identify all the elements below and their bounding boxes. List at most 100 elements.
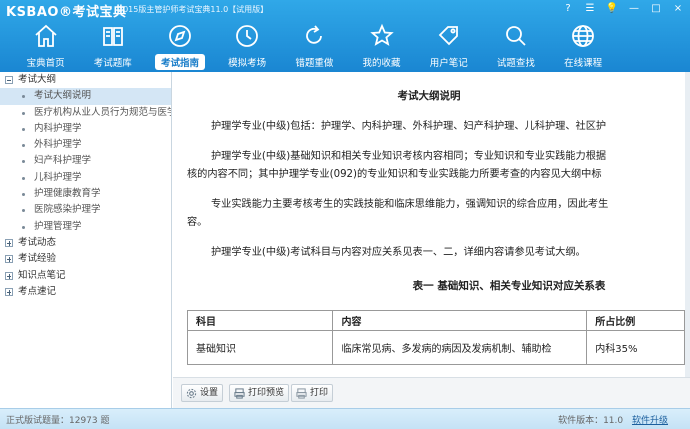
settings-button[interactable]: 设置 bbox=[181, 384, 224, 402]
table-header: 所占比例 bbox=[586, 310, 685, 331]
tree-node-knowledge-notes[interactable]: 知识点笔记 bbox=[0, 268, 171, 284]
tree-item[interactable]: 妇产科护理学 bbox=[0, 153, 171, 169]
tree-item[interactable]: 医院感染护理学 bbox=[0, 202, 171, 218]
printer-icon bbox=[296, 388, 307, 399]
tree-label: 医疗机构从业人员行为规范与医学伦理学 bbox=[34, 106, 171, 118]
vertical-scrollbar[interactable] bbox=[685, 72, 690, 377]
expand-icon[interactable] bbox=[5, 255, 13, 264]
nav-label: 考试指南 bbox=[154, 54, 205, 70]
paragraph: 护理学专业(中级)考试科目与内容对应关系见表一、二，详细内容请参见考试大纲。 bbox=[211, 247, 586, 258]
table-cell: 内科35% bbox=[586, 330, 685, 365]
nav-question-search[interactable]: 试题查找 bbox=[482, 20, 549, 70]
nav-exam-guide[interactable]: 考试指南 bbox=[146, 20, 213, 70]
paragraph: 护理学专业(中级)基础知识和相关专业知识考核内容相同；专业知识和专业实践能力根据 bbox=[211, 151, 607, 162]
home-icon bbox=[34, 24, 57, 47]
version-info: 软件版本：11.0 软件升级 bbox=[558, 413, 668, 426]
table-header: 科目 bbox=[186, 310, 334, 331]
nav-label: 我的收藏 bbox=[362, 58, 401, 69]
tree-item[interactable]: 内科护理学 bbox=[0, 121, 171, 137]
tree-label: 护理健康教育学 bbox=[34, 188, 101, 200]
tree-item[interactable]: 外科护理学 bbox=[0, 137, 171, 153]
tree-label: 内科护理学 bbox=[34, 122, 82, 134]
menu-icon[interactable]: ☰ bbox=[582, 2, 598, 16]
globe-icon bbox=[572, 25, 594, 47]
tree-item[interactable]: 护理健康教育学 bbox=[0, 186, 171, 202]
nav-label: 宝典首页 bbox=[26, 58, 65, 69]
status-bar: 正式版试题量：12973 题 软件版本：11.0 软件升级 bbox=[0, 408, 690, 429]
main-nav: 宝典首页 考试题库 考试指南 模拟考场 错题重做 我的收藏 用户笔记 试题查找 bbox=[12, 20, 682, 70]
table-header-row: 科目 内容 所占比例 bbox=[186, 310, 685, 331]
upgrade-link[interactable]: 软件升级 bbox=[632, 416, 668, 426]
tree-label: 医院感染护理学 bbox=[34, 204, 101, 216]
nav-label: 试题查找 bbox=[496, 58, 535, 69]
paragraph: 护理学专业(中级)包括：护理学、内科护理、外科护理、妇产科护理、儿科护理、社区护 bbox=[211, 121, 607, 132]
title-bar: KSBAO®考试宝典 2015版主管护师考试宝典11.0【试用版】 ? ☰ 💡 … bbox=[0, 0, 690, 20]
subject-table: 科目 内容 所占比例 基础知识 临床常见病、多发病的病因及发病机制、辅助检 内科… bbox=[186, 310, 685, 365]
table-title: 表一 基础知识、相关专业知识对应关系表 bbox=[412, 280, 606, 292]
bullet-icon bbox=[22, 176, 25, 180]
bullet-icon bbox=[22, 95, 25, 99]
tree-item[interactable]: 护理管理学 bbox=[0, 219, 171, 235]
search-icon bbox=[506, 26, 526, 46]
expand-icon[interactable] bbox=[5, 287, 13, 296]
tree-item[interactable]: 医疗机构从业人员行为规范与医学伦理学 bbox=[0, 105, 171, 121]
expand-icon[interactable] bbox=[5, 238, 13, 247]
tree-label: 考试大纲说明 bbox=[34, 90, 92, 102]
tree-label: 考试经验 bbox=[18, 253, 57, 265]
table-cell: 基础知识 bbox=[186, 330, 334, 365]
tag-icon bbox=[438, 26, 458, 46]
nav-online-course[interactable]: 在线课程 bbox=[550, 20, 617, 70]
paragraph: 专业实践能力主要考核考生的实践技能和临床思维能力，强调知识的综合应用，因此考生 bbox=[211, 199, 609, 210]
window-title: 2015版主管护师考试宝典11.0【试用版】 bbox=[118, 5, 269, 14]
clock-icon bbox=[236, 25, 259, 47]
redo-icon bbox=[306, 25, 323, 44]
help-icon[interactable]: ? bbox=[560, 2, 576, 16]
expand-icon[interactable] bbox=[5, 271, 13, 280]
print-button[interactable]: 打印 bbox=[291, 384, 334, 402]
tree-label: 外科护理学 bbox=[34, 139, 82, 151]
window-controls: ? ☰ 💡 — □ × bbox=[560, 0, 686, 18]
bullet-icon bbox=[22, 144, 25, 148]
tree-item[interactable]: 儿科护理学 bbox=[0, 170, 171, 186]
question-count: 正式版试题量：12973 题 bbox=[6, 416, 110, 426]
nav-label: 错题重做 bbox=[295, 58, 334, 69]
maximize-icon[interactable]: □ bbox=[648, 2, 664, 16]
tree-label: 考试动态 bbox=[18, 236, 57, 248]
nav-mock-exam[interactable]: 模拟考场 bbox=[214, 20, 281, 70]
bulb-icon[interactable]: 💡 bbox=[604, 2, 620, 16]
collapse-icon[interactable] bbox=[5, 76, 13, 84]
bottom-toolbar: 设置 打印预览 打印 bbox=[173, 377, 690, 408]
minimize-icon[interactable]: — bbox=[626, 2, 642, 16]
table-cell: 临床常见病、多发病的病因及发病机制、辅助检 bbox=[332, 330, 588, 365]
close-icon[interactable]: × bbox=[670, 2, 686, 16]
version-text: 软件版本：11.0 bbox=[558, 416, 624, 426]
button-label: 打印 bbox=[310, 388, 329, 398]
tree-label: 妇产科护理学 bbox=[34, 155, 92, 167]
tree-label: 考试大纲 bbox=[18, 74, 57, 85]
nav-home[interactable]: 宝典首页 bbox=[12, 20, 79, 70]
nav-redo-wrong[interactable]: 错题重做 bbox=[281, 20, 348, 70]
nav-user-notes[interactable]: 用户笔记 bbox=[415, 20, 482, 70]
print-preview-button[interactable]: 打印预览 bbox=[229, 384, 290, 402]
tree-label: 考点速记 bbox=[18, 285, 57, 297]
book-icon bbox=[102, 27, 123, 46]
compass-icon bbox=[169, 25, 191, 47]
button-label: 设置 bbox=[200, 388, 219, 398]
tree-node-syllabus[interactable]: 考试大纲 bbox=[0, 72, 171, 88]
nav-label: 在线课程 bbox=[564, 58, 603, 69]
tree-node-exam-news[interactable]: 考试动态 bbox=[0, 235, 171, 251]
document-view: 考试大纲说明 护理学专业(中级)包括：护理学、内科护理、外科护理、妇产科护理、儿… bbox=[173, 72, 685, 377]
tree-node-quick-memory[interactable]: 考点速记 bbox=[0, 284, 171, 300]
gear-icon bbox=[186, 388, 197, 399]
tree-label: 知识点笔记 bbox=[18, 269, 66, 281]
app-logo: KSBAO®考试宝典 bbox=[6, 5, 127, 20]
document-title: 考试大纲说明 bbox=[397, 90, 461, 102]
bullet-icon bbox=[22, 193, 25, 197]
paragraph: 核的内容不同；其中护理学专业(092)的专业知识和专业实践能力所要考查的内容见大… bbox=[187, 169, 602, 180]
bullet-icon bbox=[22, 111, 25, 115]
nav-question-bank[interactable]: 考试题库 bbox=[79, 20, 146, 70]
tree-node-exam-experience[interactable]: 考试经验 bbox=[0, 251, 171, 267]
tree-item-syllabus-notes[interactable]: 考试大纲说明 bbox=[0, 88, 171, 105]
bullet-icon bbox=[22, 209, 25, 213]
nav-favorites[interactable]: 我的收藏 bbox=[348, 20, 415, 70]
